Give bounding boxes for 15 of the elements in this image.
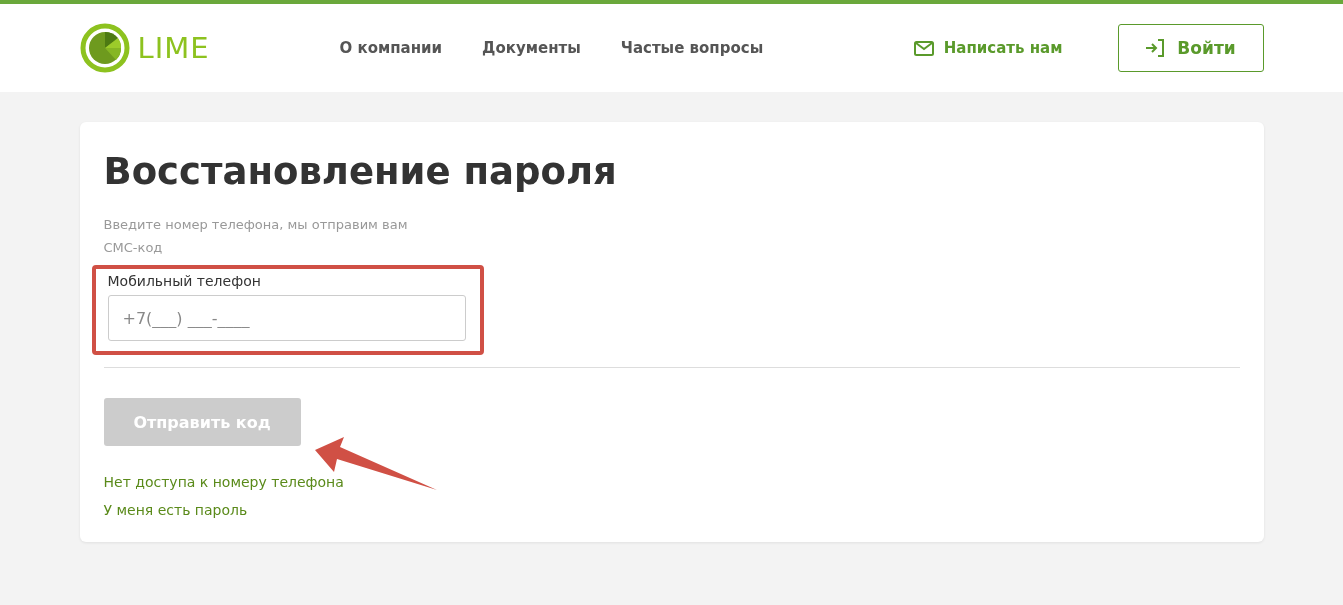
- nav-link[interactable]: О компании: [339, 39, 443, 57]
- nav-link[interactable]: Частые вопросы: [620, 39, 764, 57]
- hint-text: Введите номер телефона, мы отправим вам СМС-код: [103, 216, 409, 257]
- sign-in-icon: [1145, 39, 1166, 57]
- logo-text[interactable]: LIME: [137, 31, 210, 65]
- page-title: Восстановление пароля: [103, 150, 618, 193]
- write-us-link[interactable]: Написать нам: [913, 39, 1063, 57]
- lime-logo-icon: [79, 23, 130, 73]
- login-button[interactable]: Войти: [1117, 24, 1264, 72]
- text-link[interactable]: Нет доступа к номеру телефона: [103, 474, 344, 490]
- phone-input-field[interactable]: +7(___) ___-____: [107, 295, 466, 341]
- text-link[interactable]: У меня есть пароль: [103, 502, 248, 518]
- envelope-icon: [913, 40, 934, 56]
- nav-link[interactable]: Документы: [482, 39, 581, 57]
- field-label: Мобильный телефон: [107, 273, 262, 289]
